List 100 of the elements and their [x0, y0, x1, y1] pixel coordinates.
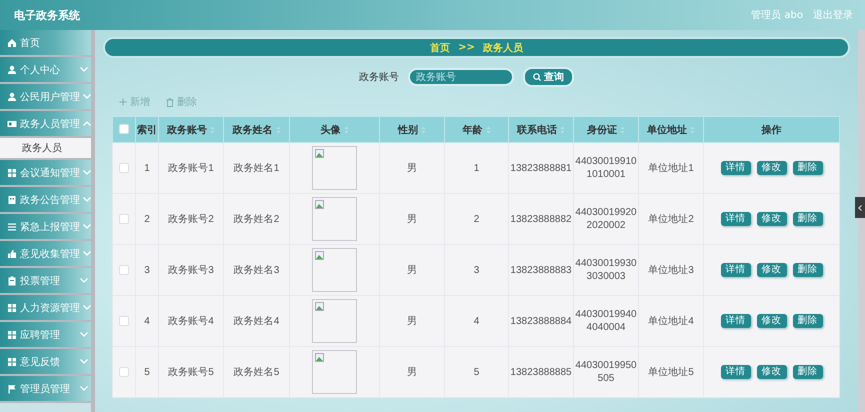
sidebar-menu-item[interactable]: 投票管理	[0, 268, 91, 295]
table-cell: 男	[407, 316, 417, 326]
table-cell: 男	[407, 366, 417, 378]
sidebar-menu-item[interactable]: 个人中心	[0, 57, 91, 84]
sidebar-menu-item[interactable]: 意见收集管理	[0, 241, 91, 268]
table-cell: 单位地址2	[648, 214, 694, 224]
select-all-checkbox[interactable]	[119, 124, 129, 134]
user-label: 管理员 abo	[751, 9, 803, 22]
table-cell: 政务姓名3	[234, 264, 280, 276]
broken-image-icon	[315, 353, 324, 362]
table-cell: 13823888883	[510, 264, 572, 276]
broken-image-icon	[315, 149, 324, 158]
search-field[interactable]: 政务账号	[408, 68, 514, 86]
action-button[interactable]: 修改	[756, 314, 786, 328]
row-checkbox[interactable]	[119, 214, 129, 224]
table-cell: 44030019950505	[575, 360, 637, 384]
table-cell: 1	[144, 162, 150, 174]
sidebar-menu-item[interactable]: 人力资源管理	[0, 295, 91, 322]
table-cell: 13823888882	[510, 214, 572, 224]
sort-icon[interactable]	[276, 126, 280, 134]
breadcrumb-separator: >>	[458, 42, 475, 53]
action-button[interactable]: 删除	[792, 365, 822, 379]
flag-icon	[7, 384, 17, 394]
action-button[interactable]: 详情	[720, 365, 750, 379]
table-cell: 男	[407, 162, 417, 174]
table-cell: 440300199303030003	[575, 258, 637, 282]
action-button[interactable]: 删除	[792, 263, 822, 277]
search-button[interactable]: 查询	[523, 67, 574, 87]
breadcrumb-link[interactable]: 政务人员	[482, 40, 523, 54]
trash-icon	[166, 98, 174, 106]
grid-icon	[7, 330, 17, 340]
action-button[interactable]: 修改	[756, 365, 786, 379]
chevron-left-icon	[858, 204, 862, 210]
table-cell: 政务账号1	[168, 162, 214, 174]
column-header[interactable]: 头像	[320, 122, 340, 136]
column-header[interactable]: 性别	[398, 122, 418, 136]
broken-image-icon	[315, 200, 324, 209]
submenu-item[interactable]: 政务人员	[0, 138, 91, 160]
table-cell: 440300199202020002	[575, 207, 637, 231]
building-icon	[7, 194, 17, 204]
column-header[interactable]: 年龄	[462, 122, 482, 136]
table-cell: 政务姓名1	[234, 162, 280, 174]
action-button[interactable]: 详情	[720, 212, 750, 226]
action-button[interactable]: 删除	[792, 212, 822, 226]
sort-icon[interactable]	[690, 126, 695, 134]
column-header: 索引	[137, 124, 157, 136]
grid-icon	[7, 302, 17, 312]
table-cell: 3	[144, 264, 150, 276]
collapse-tab[interactable]	[855, 197, 865, 218]
scrollbar[interactable]	[91, 30, 95, 412]
action-button[interactable]: 详情	[720, 263, 750, 277]
sort-icon[interactable]	[486, 126, 490, 134]
row-checkbox[interactable]	[119, 366, 129, 377]
sidebar-menu-item[interactable]: 公民用户管理	[0, 84, 91, 111]
sidebar-menu-item[interactable]: 紧急上报管理	[0, 214, 91, 241]
action-button[interactable]: 详情	[720, 161, 750, 175]
table-cell: 5	[474, 366, 480, 378]
row-checkbox[interactable]	[119, 316, 129, 326]
sort-icon[interactable]	[620, 126, 625, 134]
thumbs-up-icon	[7, 248, 17, 258]
sidebar-menu-item[interactable]: 首页	[0, 30, 91, 57]
table-cell: 政务账号5	[168, 366, 214, 378]
sort-icon[interactable]	[210, 126, 215, 134]
row-checkbox[interactable]	[119, 264, 129, 275]
grid-icon	[7, 168, 17, 178]
sidebar-menu-item[interactable]: 管理员管理	[0, 376, 91, 403]
person-icon	[7, 92, 17, 102]
table-cell: 政务账号4	[168, 316, 214, 326]
broken-image-icon	[315, 251, 324, 260]
grid-icon	[7, 356, 17, 366]
sidebar-menu-item[interactable]: 政务人员管理	[0, 111, 91, 138]
sidebar-menu-item[interactable]: 会议通知管理	[0, 160, 91, 187]
sidebar-menu-item[interactable]: 政务公告管理	[0, 187, 91, 214]
sidebar-menu-item[interactable]: 应聘管理	[0, 322, 91, 349]
sort-icon[interactable]	[344, 126, 348, 134]
sort-icon[interactable]	[560, 126, 565, 134]
home-icon	[7, 38, 17, 48]
sidebar-menu-item[interactable]: 意见反馈	[0, 349, 91, 376]
app-title: 电子政务系统	[14, 8, 81, 22]
table-cell: 13823888885	[510, 366, 572, 378]
action-button[interactable]: 修改	[756, 161, 786, 175]
breadcrumb-link[interactable]: 首页	[430, 40, 450, 54]
table-cell: 政务账号3	[168, 264, 214, 276]
action-button[interactable]: 修改	[756, 212, 786, 226]
action-button[interactable]: 删除	[792, 314, 822, 328]
action-button[interactable]: 修改	[756, 263, 786, 277]
table-cell: 男	[407, 264, 417, 276]
table-cell: 政务姓名4	[234, 316, 280, 326]
sort-icon[interactable]	[421, 126, 426, 134]
scrollbar[interactable]	[858, 30, 865, 412]
action-button[interactable]: 删除	[792, 161, 822, 175]
table-cell: 13823888884	[510, 316, 572, 326]
table-cell: 3	[474, 264, 480, 276]
action-button[interactable]: 详情	[720, 314, 750, 328]
table-cell: 男	[407, 214, 417, 224]
table-cell: 政务姓名2	[234, 214, 280, 224]
search-icon	[533, 73, 541, 81]
search-label: 政务账号	[359, 70, 399, 84]
row-checkbox[interactable]	[119, 162, 129, 173]
table-cell: 单位地址5	[648, 366, 694, 378]
